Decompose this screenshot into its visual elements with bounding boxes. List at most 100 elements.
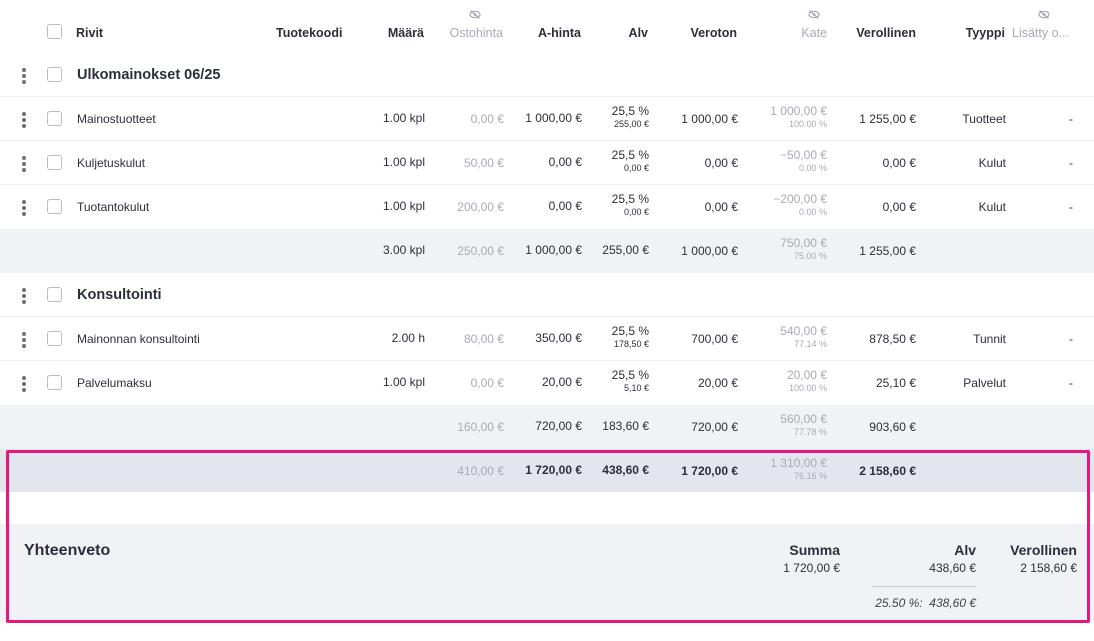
row-margin: 20,00 €100.00 %	[786, 368, 827, 394]
row-checkbox[interactable]	[47, 155, 62, 170]
subtotal-row: 3.00 kpl 250,00 € 1 000,00 € 255,00 € 1 …	[0, 229, 1094, 273]
header-unit-price[interactable]: A-hinta	[538, 26, 581, 40]
header-vat[interactable]: Alv	[629, 26, 648, 40]
highlight-box	[6, 450, 1090, 623]
row-checkbox[interactable]	[47, 375, 62, 390]
group-row: Konsultointi	[0, 273, 1094, 317]
row-margin: 1 000,00 €100.00 %	[770, 104, 827, 130]
row-added: -	[1069, 156, 1073, 170]
group-title: Ulkomainokset 06/25	[77, 67, 221, 83]
row-checkbox[interactable]	[47, 111, 62, 126]
row-gross: 878,50 €	[869, 332, 916, 346]
group-title: Konsultointi	[77, 287, 162, 303]
header-purchase-price[interactable]: Ostohinta	[449, 26, 503, 40]
row-gross: 25,10 €	[875, 376, 916, 390]
header-gross[interactable]: Verollinen	[856, 26, 916, 40]
subtotal-purchase: 250,00 €	[457, 244, 504, 258]
table-row[interactable]: Mainonnan konsultointi 2.00 h 80,00 € 35…	[0, 317, 1094, 361]
row-unit-price: 0,00 €	[548, 199, 582, 213]
subtotal-purchase: 160,00 €	[457, 420, 504, 434]
row-purchase-price: 80,00 €	[463, 332, 504, 346]
row-added: -	[1069, 376, 1073, 390]
row-quantity: 1.00 kpl	[382, 375, 425, 389]
subtotal-unit: 720,00 €	[535, 419, 582, 433]
header-added[interactable]: Lisätty o...	[1012, 26, 1069, 40]
row-type: Tunnit	[973, 332, 1006, 346]
header-product-code[interactable]: Tuotekoodi	[276, 26, 342, 40]
row-vat: 25,5 % 0,00 €	[611, 148, 649, 174]
kebab-menu-icon[interactable]	[22, 200, 27, 216]
table-row[interactable]: Palvelumaksu 1.00 kpl 0,00 € 20,00 € 25,…	[0, 361, 1094, 405]
row-net: 0,00 €	[704, 200, 738, 214]
kebab-menu-icon[interactable]	[22, 332, 27, 348]
row-unit-price: 20,00 €	[541, 375, 582, 389]
row-quantity: 2.00 h	[391, 331, 425, 345]
kebab-menu-icon[interactable]	[22, 288, 27, 304]
row-added: -	[1069, 112, 1073, 126]
table-header: Rivit Tuotekoodi Määrä Ostohinta A-hinta…	[0, 8, 1094, 52]
row-type: Kulut	[978, 156, 1006, 170]
row-purchase-price: 0,00 €	[470, 376, 504, 390]
group-checkbox[interactable]	[47, 67, 62, 82]
subtotal-quantity: 3.00 kpl	[382, 243, 425, 257]
group-row: Ulkomainokset 06/25	[0, 53, 1094, 97]
table-row[interactable]: Mainostuotteet 1.00 kpl 0,00 € 1 000,00 …	[0, 97, 1094, 141]
row-unit-price: 350,00 €	[535, 331, 582, 345]
eye-off-icon[interactable]	[469, 10, 481, 19]
header-margin[interactable]: Kate	[801, 26, 827, 40]
row-gross: 0,00 €	[882, 156, 916, 170]
row-checkbox[interactable]	[47, 331, 62, 346]
header-net[interactable]: Veroton	[690, 26, 737, 40]
header-rows[interactable]: Rivit	[76, 26, 103, 40]
table-row[interactable]: Tuotantokulut 1.00 kpl 200,00 € 0,00 € 2…	[0, 185, 1094, 229]
select-all-checkbox[interactable]	[47, 24, 62, 39]
header-type[interactable]: Tyyppi	[966, 26, 1005, 40]
row-margin: −200,00 €0.00 %	[773, 192, 827, 218]
row-net: 20,00 €	[697, 376, 738, 390]
subtotal-net: 1 000,00 €	[681, 244, 738, 258]
kebab-menu-icon[interactable]	[22, 156, 27, 172]
row-checkbox[interactable]	[47, 199, 62, 214]
row-net: 0,00 €	[704, 156, 738, 170]
row-quantity: 1.00 kpl	[382, 111, 425, 125]
kebab-menu-icon[interactable]	[22, 68, 27, 84]
kebab-menu-icon[interactable]	[22, 376, 27, 392]
row-name: Palvelumaksu	[77, 376, 152, 390]
row-added: -	[1069, 332, 1073, 346]
row-unit-price: 1 000,00 €	[525, 111, 582, 125]
eye-off-icon[interactable]	[808, 10, 820, 19]
row-name: Tuotantokulut	[77, 200, 150, 214]
row-gross: 1 255,00 €	[859, 112, 916, 126]
subtotal-unit: 1 000,00 €	[525, 243, 582, 257]
row-unit-price: 0,00 €	[548, 155, 582, 169]
table-row[interactable]: Kuljetuskulut 1.00 kpl 50,00 € 0,00 € 25…	[0, 141, 1094, 185]
row-vat: 25,5 % 0,00 €	[611, 192, 649, 218]
row-type: Tuotteet	[962, 112, 1006, 126]
row-vat: 25,5 % 255,00 €	[611, 104, 649, 130]
row-net: 1 000,00 €	[681, 112, 738, 126]
row-purchase-price: 200,00 €	[457, 200, 504, 214]
row-net: 700,00 €	[691, 332, 738, 346]
subtotal-gross: 1 255,00 €	[859, 244, 916, 258]
row-quantity: 1.00 kpl	[382, 199, 425, 213]
subtotal-margin: 750,00 €75.00 %	[780, 236, 827, 262]
row-vat: 25,5 % 5,10 €	[611, 368, 649, 394]
kebab-menu-icon[interactable]	[22, 112, 27, 128]
subtotal-net: 720,00 €	[691, 420, 738, 434]
row-purchase-price: 0,00 €	[470, 112, 504, 126]
subtotal-gross: 903,60 €	[869, 420, 916, 434]
row-margin: −50,00 €0.00 %	[779, 148, 827, 174]
row-type: Kulut	[978, 200, 1006, 214]
header-quantity[interactable]: Määrä	[388, 26, 424, 40]
row-vat: 25,5 % 178,50 €	[611, 324, 649, 350]
row-quantity: 1.00 kpl	[382, 155, 425, 169]
subtotal-row: 160,00 € 720,00 € 183,60 € 720,00 € 560,…	[0, 405, 1094, 449]
eye-off-icon[interactable]	[1038, 10, 1050, 19]
row-added: -	[1069, 200, 1073, 214]
subtotal-margin: 560,00 €77.78 %	[780, 412, 827, 438]
row-name: Mainostuotteet	[77, 112, 156, 126]
row-gross: 0,00 €	[882, 200, 916, 214]
group-checkbox[interactable]	[47, 287, 62, 302]
row-margin: 540,00 €77.14 %	[780, 324, 827, 350]
row-name: Kuljetuskulut	[77, 156, 146, 170]
